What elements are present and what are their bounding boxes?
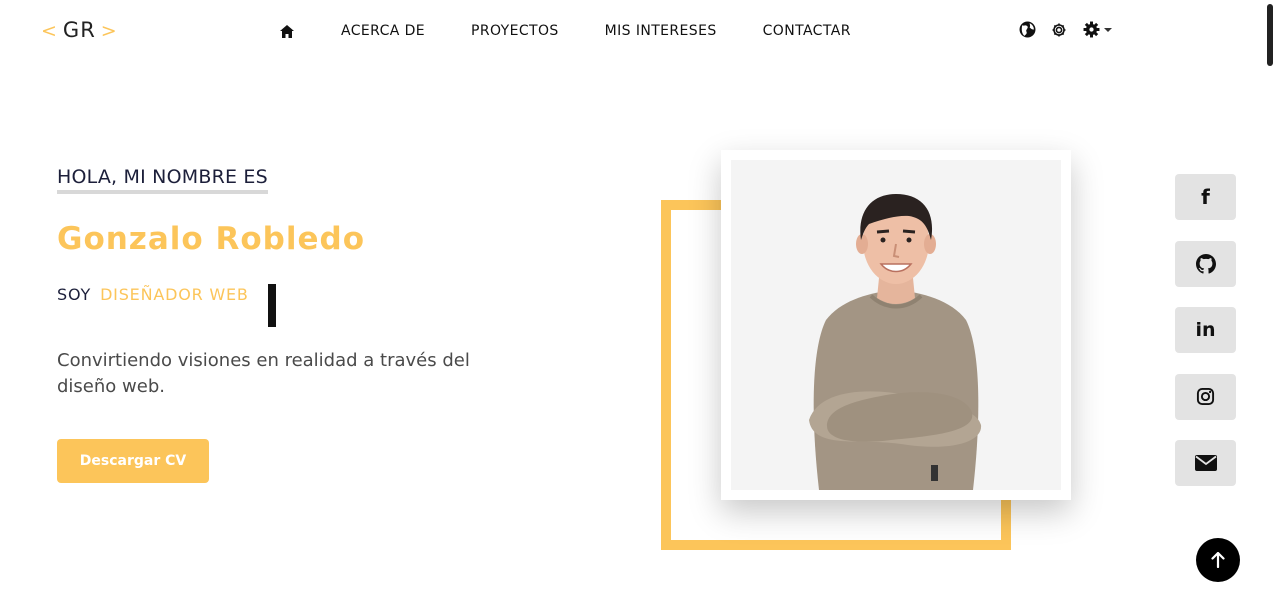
- nav-link-contactar[interactable]: CONTACTAR: [763, 23, 851, 39]
- linkedin-button[interactable]: in: [1175, 307, 1236, 353]
- github-icon: [1195, 253, 1216, 274]
- social-links: f in: [1175, 174, 1236, 507]
- profile-photo: [731, 160, 1061, 490]
- instagram-button[interactable]: [1175, 373, 1236, 420]
- arrow-up-icon: [1211, 552, 1225, 568]
- email-icon: [1194, 455, 1217, 471]
- hero-name: Gonzalo Robledo: [57, 221, 365, 257]
- role-prefix: SOY: [57, 285, 92, 304]
- brand-logo[interactable]: < GR >: [41, 18, 118, 42]
- gear-icon[interactable]: [1051, 22, 1067, 38]
- nav-link-acerca[interactable]: ACERCA DE: [341, 23, 425, 39]
- hero-role: SOY DISEÑADOR WEB: [57, 285, 249, 304]
- brand-close-bracket: >: [100, 20, 118, 42]
- chevron-down-icon: [1104, 27, 1112, 32]
- scrollbar-thumb[interactable]: [1267, 4, 1273, 66]
- nav-link-proyectos[interactable]: PROYECTOS: [471, 23, 559, 39]
- linkedin-icon: in: [1195, 319, 1216, 341]
- settings-dropdown-icon[interactable]: [1083, 21, 1112, 38]
- typing-cursor: [268, 284, 276, 327]
- nav-link-intereses[interactable]: MIS INTERESES: [605, 23, 717, 39]
- navbar: < GR > ACERCA DE PROYECTOS MIS INTERESES C…: [0, 0, 1275, 64]
- back-to-top-button[interactable]: [1196, 538, 1240, 582]
- hero-tagline: Convirtiendo visiones en realidad a trav…: [57, 350, 470, 397]
- download-cv-button[interactable]: Descargar CV: [57, 439, 209, 483]
- role-value: DISEÑADOR WEB: [100, 285, 249, 304]
- hero-greeting: HOLA, MI NOMBRE ES: [57, 166, 268, 194]
- github-button[interactable]: [1175, 240, 1236, 287]
- brand-initials: GR: [62, 18, 96, 42]
- brand-open-bracket: <: [41, 20, 58, 42]
- facebook-icon: f: [1201, 185, 1210, 209]
- home-icon[interactable]: [280, 22, 296, 40]
- facebook-button[interactable]: f: [1175, 174, 1236, 220]
- nav-tools: [1019, 21, 1112, 38]
- instagram-icon: [1196, 387, 1215, 406]
- globe-icon[interactable]: [1019, 21, 1036, 38]
- email-button[interactable]: [1175, 440, 1236, 486]
- nav-menu: ACERCA DE PROYECTOS MIS INTERESES CONTAC…: [280, 22, 897, 40]
- scrollbar[interactable]: [1265, 0, 1275, 606]
- portrait-card: [721, 150, 1071, 500]
